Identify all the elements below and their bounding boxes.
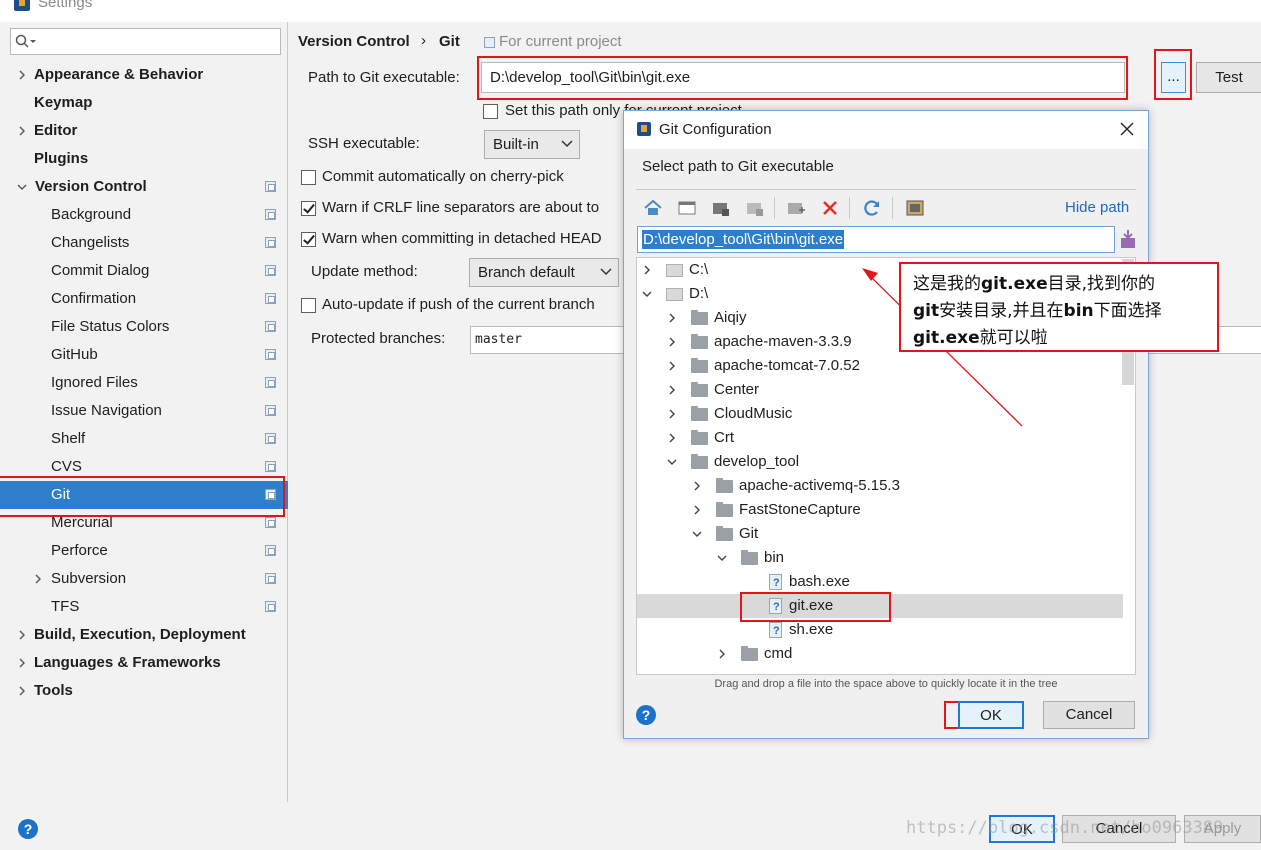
annotation-arrowhead — [862, 268, 878, 281]
annotation-arrows — [862, 268, 1023, 427]
csdn-watermark: https://blog.csdn.net/ho0963389 — [906, 818, 1224, 838]
annotation-callout: 这是我的git.exe目录,找到你的 git安装目录,并且在bin下面选择 git.… — [899, 262, 1219, 352]
